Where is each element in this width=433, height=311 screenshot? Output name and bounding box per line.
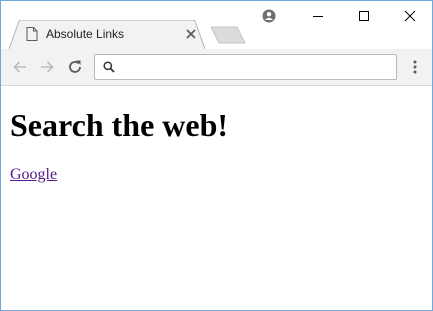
omnibox-input[interactable]	[121, 58, 389, 76]
menu-button[interactable]	[406, 57, 424, 77]
minimize-icon	[313, 16, 323, 17]
minimize-button[interactable]	[298, 3, 338, 29]
title-bar: Absolute Links	[1, 1, 432, 49]
maximize-button[interactable]	[344, 3, 384, 29]
forward-button[interactable]	[37, 57, 57, 77]
back-arrow-icon	[13, 61, 26, 73]
document-icon	[26, 27, 38, 41]
forward-arrow-icon	[41, 61, 54, 73]
new-tab-icon[interactable]	[210, 26, 246, 44]
close-window-button[interactable]	[390, 3, 430, 29]
omnibox[interactable]	[94, 54, 397, 80]
toolbar	[1, 49, 432, 86]
browser-window: Absolute Links Search the web! Google	[0, 0, 433, 311]
back-button[interactable]	[10, 57, 30, 77]
search-icon	[103, 61, 115, 73]
maximize-icon	[359, 11, 369, 21]
google-link[interactable]: Google	[10, 166, 57, 184]
page-content: Search the web! Google	[1, 86, 432, 310]
tab-absolute-links[interactable]: Absolute Links	[9, 20, 205, 49]
close-window-icon	[404, 10, 416, 22]
close-tab-icon[interactable]	[185, 28, 197, 40]
reload-button[interactable]	[65, 57, 85, 77]
page-heading: Search the web!	[10, 107, 229, 143]
menu-kebab-icon	[413, 60, 417, 74]
reload-icon	[69, 60, 81, 73]
tab-title: Absolute Links	[46, 27, 125, 41]
profile-icon[interactable]	[262, 9, 276, 23]
